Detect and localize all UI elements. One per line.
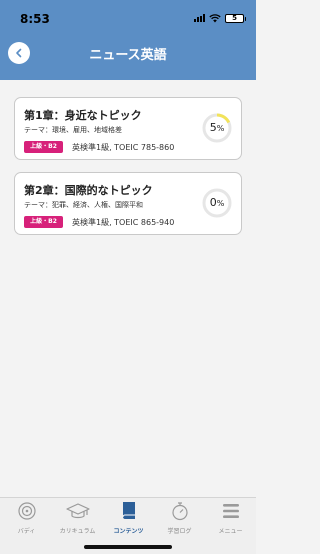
exam-level: 英検準1級, TOEIC 865-940 — [72, 218, 175, 227]
graduation-cap-icon — [65, 503, 90, 519]
tab-menu[interactable]: メニュー — [205, 501, 256, 537]
progress-ring: 0% — [202, 188, 232, 218]
battery-icon: 5 — [225, 13, 246, 23]
chapter-title: 第1章：身近なトピック — [24, 109, 142, 122]
tab-label: コンテンツ — [113, 528, 144, 535]
tab-label: バディ — [17, 528, 36, 535]
tab-label: メニュー — [218, 528, 243, 535]
status-time: 8:53 — [20, 12, 50, 26]
chapter-title: 第2章：国際的なトピック — [24, 184, 153, 197]
level-badge: 上級・B2 — [24, 216, 63, 228]
exam-level: 英検準1級, TOEIC 785-860 — [72, 143, 175, 152]
tab-contents[interactable]: コンテンツ — [103, 501, 154, 537]
signal-icon — [194, 14, 205, 22]
progress-value: 5 — [209, 121, 217, 134]
progress-value: 0 — [209, 196, 217, 209]
stopwatch-icon — [171, 502, 188, 521]
book-icon — [122, 502, 135, 519]
tab-label: カリキュラム — [59, 528, 96, 535]
tab-study-log[interactable]: 学習ログ — [154, 501, 205, 537]
buddy-icon — [17, 502, 36, 520]
home-indicator — [84, 545, 172, 549]
level-badge: 上級・B2 — [24, 141, 63, 153]
tab-label: 学習ログ — [167, 528, 192, 535]
progress-unit: % — [216, 124, 225, 133]
chapter-card-1[interactable]: 第1章：身近なトピック テーマ：環境、雇用、地域格差 上級・B2 英検準1級, … — [14, 97, 242, 160]
chapter-theme: テーマ：犯罪、経済、人権、国際平和 — [24, 201, 143, 209]
wifi-icon — [209, 13, 221, 22]
tab-curriculum[interactable]: カリキュラム — [52, 501, 103, 537]
menu-icon — [222, 504, 239, 518]
page-title: ニュース英語 — [89, 48, 167, 63]
progress-ring: 5% — [202, 113, 232, 143]
progress-unit: % — [216, 199, 225, 208]
status-bar: 8:53 5 — [0, 0, 256, 34]
chapter-card-2[interactable]: 第2章：国際的なトピック テーマ：犯罪、経済、人権、国際平和 上級・B2 英検準… — [14, 172, 242, 235]
tab-buddy[interactable]: バディ — [1, 501, 52, 537]
chapter-theme: テーマ：環境、雇用、地域格差 — [24, 126, 122, 134]
